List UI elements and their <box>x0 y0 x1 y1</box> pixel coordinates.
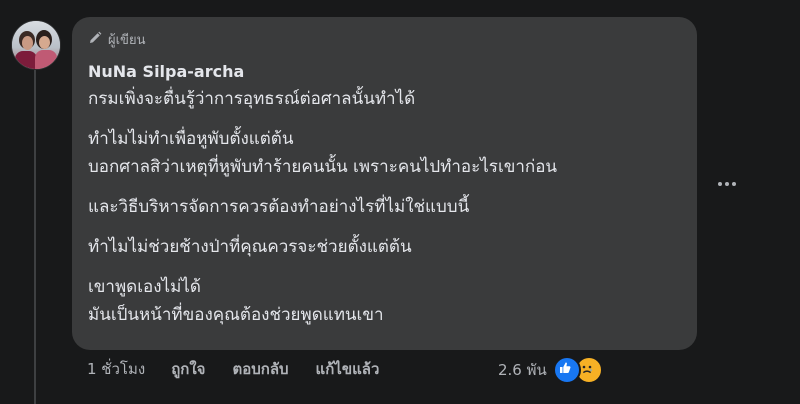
more-options-button[interactable] <box>712 172 742 196</box>
pen-icon <box>88 31 102 49</box>
timestamp-link[interactable]: 1 ชั่วโมง <box>87 357 145 381</box>
comment-line: เขาพูดเองไม่ได้ <box>88 277 201 297</box>
comment-line: กรมเพิ่งจะตื่นรู้ว่าการอุทธรณ์ต่อศาลนั้น… <box>88 89 416 109</box>
dot-icon <box>725 182 729 186</box>
author-badge-label: ผู้เขียน <box>108 33 146 48</box>
like-button[interactable]: ถูกใจ <box>171 357 205 381</box>
author-name[interactable]: NuNa Silpa-archa <box>88 62 244 81</box>
dot-icon <box>718 182 722 186</box>
comment-bubble: ผู้เขียน NuNa Silpa-archa กรมเพิ่งจะตื่น… <box>72 17 697 350</box>
comment-actions: 1 ชั่วโมง ถูกใจ ตอบกลับ แก้ไขแล้ว <box>87 357 406 381</box>
comment-line: มันเป็นหน้าที่ของคุณต้องช่วยพูดแทนเขา <box>88 305 384 325</box>
comment-line: บอกศาลสิว่าเหตุที่หูพับทำร้ายคนนั้น เพรา… <box>88 157 558 177</box>
avatar[interactable] <box>11 20 61 70</box>
like-icon <box>552 356 581 384</box>
edited-label[interactable]: แก้ไขแล้ว <box>316 357 380 381</box>
reply-button[interactable]: ตอบกลับ <box>232 357 288 381</box>
comment-line: และวิธีบริหารจัดการควรต้องทำอย่างไรที่ไม… <box>88 197 470 217</box>
thread-line <box>34 70 36 404</box>
dot-icon <box>732 182 736 186</box>
reaction-summary[interactable]: 2.6 พัน <box>498 356 603 384</box>
author-badge: ผู้เขียน <box>88 29 145 50</box>
comment-line: ทำไมไม่ช่วยช้างป่าที่คุณควรจะช่วยตั้งแต่… <box>88 237 412 257</box>
comment-text: กรมเพิ่งจะตื่นรู้ว่าการอุทธรณ์ต่อศาลนั้น… <box>88 85 688 329</box>
reaction-count: 2.6 พัน <box>498 361 547 379</box>
comment-line: ทำไมไม่ทำเพื่อหูพับตั้งแต่ต้น <box>88 129 294 149</box>
